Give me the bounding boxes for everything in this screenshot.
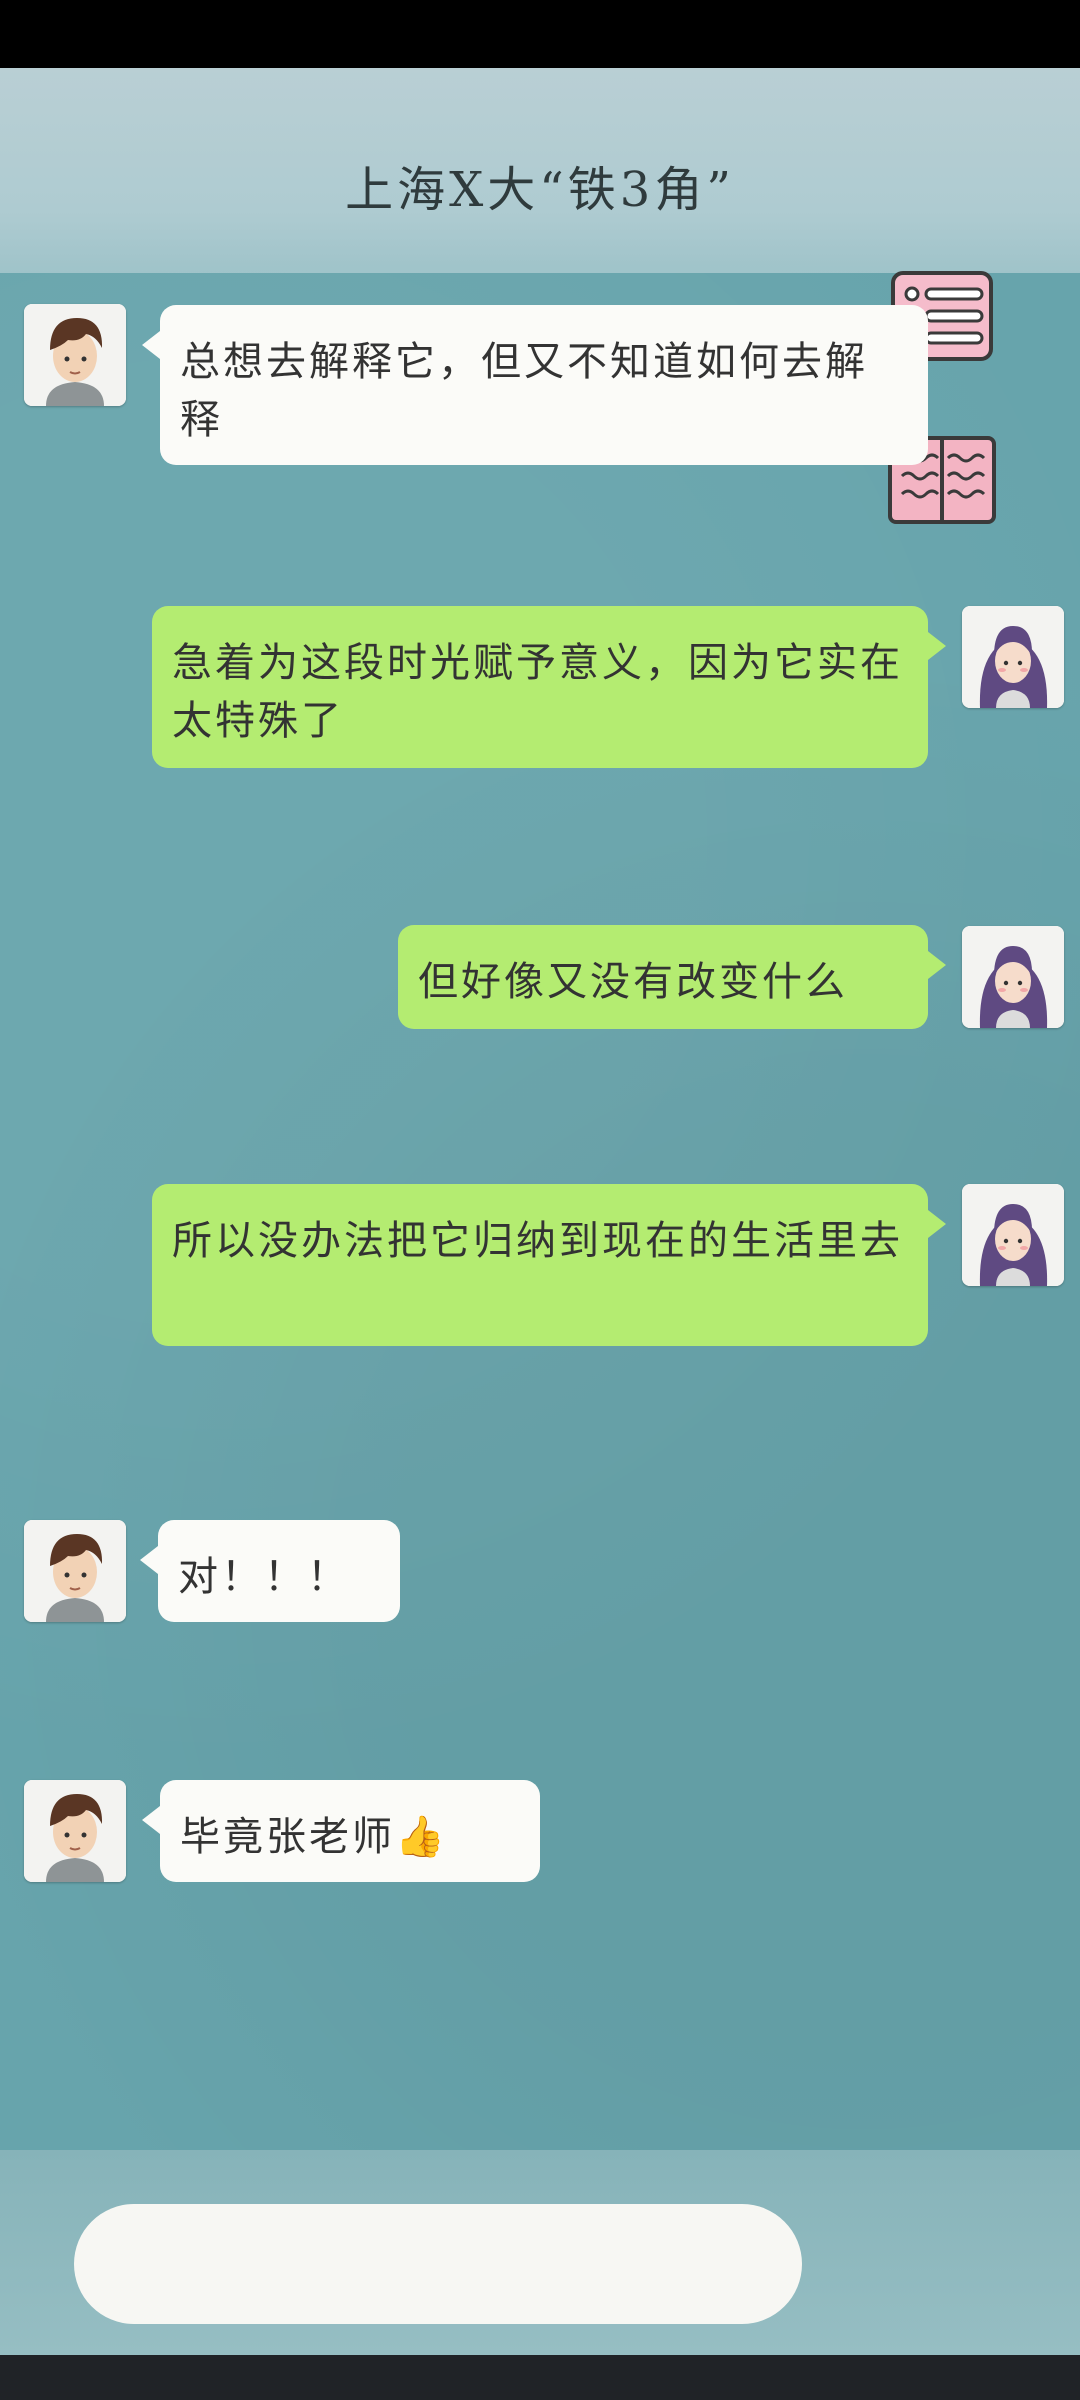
male-avatar[interactable]: [24, 1780, 126, 1882]
female-avatar[interactable]: [962, 606, 1064, 708]
message-bubble-3[interactable]: 但好像又没有改变什么: [398, 925, 946, 1029]
message-bubble-6[interactable]: 毕竟张老师👍: [142, 1780, 540, 1882]
message-bubble-5[interactable]: 对！！！: [140, 1520, 400, 1622]
chat-title: 上海X大“铁3角”: [345, 162, 735, 218]
message-bubble-2[interactable]: 急着为这段时光赋予意义，因为它实在太特殊了: [152, 606, 946, 768]
message-bubble-1[interactable]: 总想去解释它，但又不知道如何去解释: [142, 305, 928, 465]
navigation-bar: [0, 2355, 1080, 2400]
male-avatar[interactable]: [24, 1520, 126, 1622]
message-bubble-4[interactable]: 所以没办法把它归纳到现在的生活里去: [152, 1184, 946, 1346]
status-bar: [0, 0, 1080, 68]
message-input[interactable]: [74, 2204, 802, 2324]
female-avatar[interactable]: [962, 926, 1064, 1028]
male-avatar[interactable]: [24, 304, 126, 406]
female-avatar[interactable]: [962, 1184, 1064, 1286]
